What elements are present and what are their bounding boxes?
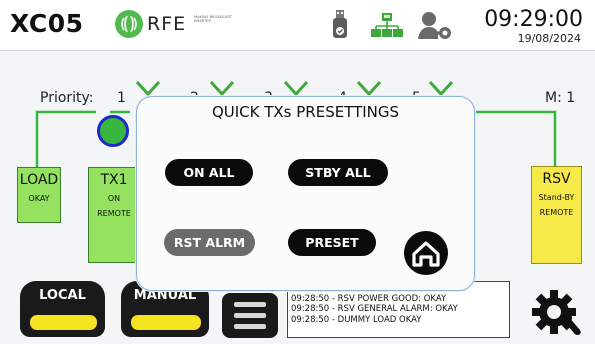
m-label: M: 1 bbox=[545, 90, 576, 106]
local-label: LOCAL bbox=[39, 288, 86, 303]
switch-status-indicator bbox=[97, 115, 129, 147]
menu-icon bbox=[234, 302, 266, 307]
home-icon bbox=[412, 241, 440, 267]
load-title: LOAD bbox=[19, 172, 59, 188]
menu-icon bbox=[234, 313, 266, 318]
local-button[interactable]: LOCAL bbox=[20, 281, 105, 337]
settings-gear-icon[interactable] bbox=[528, 286, 584, 342]
rsv-mode: REMOTE bbox=[539, 208, 574, 217]
priority-label: Priority: bbox=[40, 90, 94, 106]
load-status: OKAY bbox=[28, 194, 50, 203]
menu-button[interactable] bbox=[222, 293, 278, 338]
home-button[interactable] bbox=[404, 231, 448, 275]
quick-presettings-dialog: QUICK TXs PRESETTINGS ON ALL STBY ALL RS… bbox=[136, 96, 475, 291]
local-indicator bbox=[28, 313, 99, 332]
stby-all-button[interactable]: STBY ALL bbox=[288, 159, 388, 186]
tx1-title: TX1 bbox=[100, 172, 128, 188]
load-tile[interactable]: LOAD OKAY bbox=[17, 167, 61, 223]
log-line: 09:28:50 - RSV GENERAL ALARM: OKAY bbox=[291, 304, 458, 314]
rsv-tile[interactable]: RSV Stand-BY REMOTE bbox=[531, 166, 582, 264]
preset-button[interactable]: PRESET bbox=[288, 229, 376, 256]
dialog-title: QUICK TXs PRESETTINGS bbox=[211, 103, 400, 121]
log-line: 09:28:50 - DUMMY LOAD OKAY bbox=[291, 314, 422, 325]
log-line: 09:28:50 - RSV POWER GOOD: OKAY bbox=[291, 293, 447, 304]
rst-alrm-button[interactable]: RST ALRM bbox=[164, 229, 255, 256]
tx1-tile[interactable]: TX1 ON REMOTE bbox=[88, 167, 140, 263]
controller-screen: XC05 RFE MAKING BROADCAST SMARTER 09:29:… bbox=[0, 0, 595, 344]
priority-number-1: 1 bbox=[117, 90, 126, 106]
menu-icon bbox=[234, 324, 266, 329]
rsv-title: RSV bbox=[542, 171, 571, 187]
rsv-status: Stand-BY bbox=[538, 193, 575, 202]
tx1-status: ON bbox=[107, 194, 121, 203]
tx1-mode: REMOTE bbox=[97, 209, 131, 218]
manual-indicator bbox=[129, 313, 203, 332]
on-all-button[interactable]: ON ALL bbox=[165, 159, 253, 186]
